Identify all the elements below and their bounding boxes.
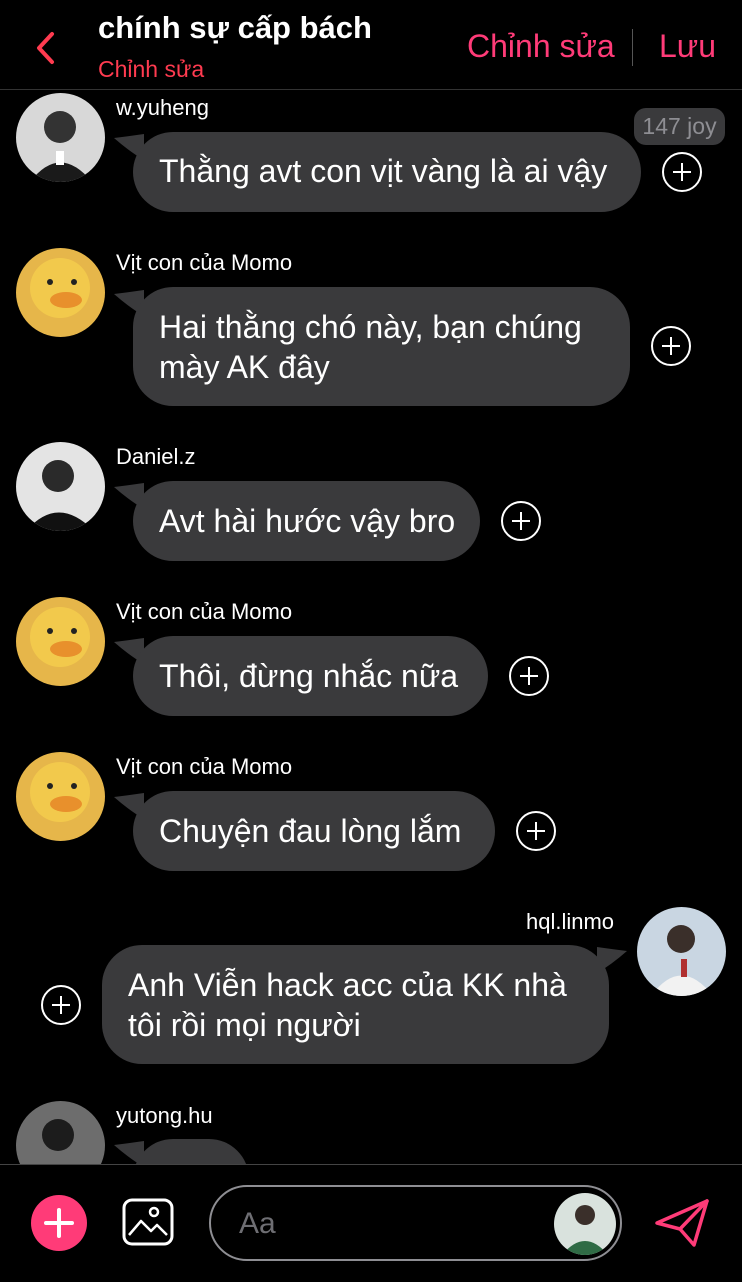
message-text: Anh Viễn hack acc của KK nhà [128,967,567,1003]
add-reaction-icon[interactable] [661,151,703,193]
message-text: Thằng avt con vịt vàng là ai vậy [159,153,608,189]
message-input[interactable]: Aa [209,1185,622,1261]
send-icon[interactable] [652,1195,712,1251]
message-bubble[interactable]: Anh Viễn hack acc của KK nhà tôi rồi mọi… [102,945,609,1064]
sender-name: w.yuheng [116,95,209,120]
message-text: mày AK đây [159,349,330,385]
message-bubble[interactable]: Thôi, đừng nhắc nữa [133,636,488,716]
message-bubble[interactable]: Hai thằng chó này, bạn chúng mày AK đây [133,287,630,406]
plus-icon [44,1208,74,1238]
message-bubble[interactable]: Chuyện đau lòng lắm [133,791,495,871]
message-bubble[interactable]: Avt hài hước vậy bro [133,481,480,561]
avatar[interactable] [16,442,105,531]
add-reaction-icon[interactable] [40,984,82,1026]
message-text: Chuyện đau lòng lắm [159,813,462,849]
message-text: Avt hài hước vậy bro [159,503,456,539]
image-icon[interactable] [121,1197,175,1247]
chat-title: chính sự cấp bách [98,10,372,45]
message-text: tôi rồi mọi người [128,1007,361,1043]
add-reaction-icon[interactable] [515,810,557,852]
sender-name: Vịt con của Momo [116,754,293,779]
header-divider [632,29,633,66]
chat-subtitle[interactable]: Chỉnh sửa [98,56,204,83]
avatar[interactable] [16,752,105,841]
edit-button[interactable]: Chỉnh sửa [467,28,615,65]
avatar[interactable] [16,248,105,337]
sender-name: Daniel.z [116,444,196,469]
composer-bar: Aa [0,1164,742,1282]
avatar[interactable] [637,907,726,996]
composer-avatar[interactable] [554,1193,616,1255]
add-reaction-icon[interactable] [500,500,542,542]
avatar[interactable] [16,597,105,686]
message-text: Hai thằng chó này, bạn chúng [159,309,582,345]
save-button[interactable]: Lưu [659,28,716,65]
sender-name: yutong.hu [116,1103,213,1128]
add-reaction-icon[interactable] [508,655,550,697]
message-text: Thôi, đừng nhắc nữa [159,658,459,694]
chat-header: chính sự cấp bách Chỉnh sửa Chỉnh sửa Lư… [0,0,742,90]
sender-name: Vịt con của Momo [116,599,293,624]
sender-name: Vịt con của Momo [116,250,293,275]
add-button[interactable] [31,1195,87,1251]
reaction-badge[interactable]: 147 joy [634,108,725,145]
add-reaction-icon[interactable] [650,325,692,367]
message-bubble[interactable]: Thằng avt con vịt vàng là ai vậy [133,132,641,212]
input-placeholder: Aa [239,1207,276,1240]
sender-name: hql.linmo [526,909,615,934]
chevron-left-icon[interactable] [30,28,64,68]
avatar[interactable] [16,93,105,182]
